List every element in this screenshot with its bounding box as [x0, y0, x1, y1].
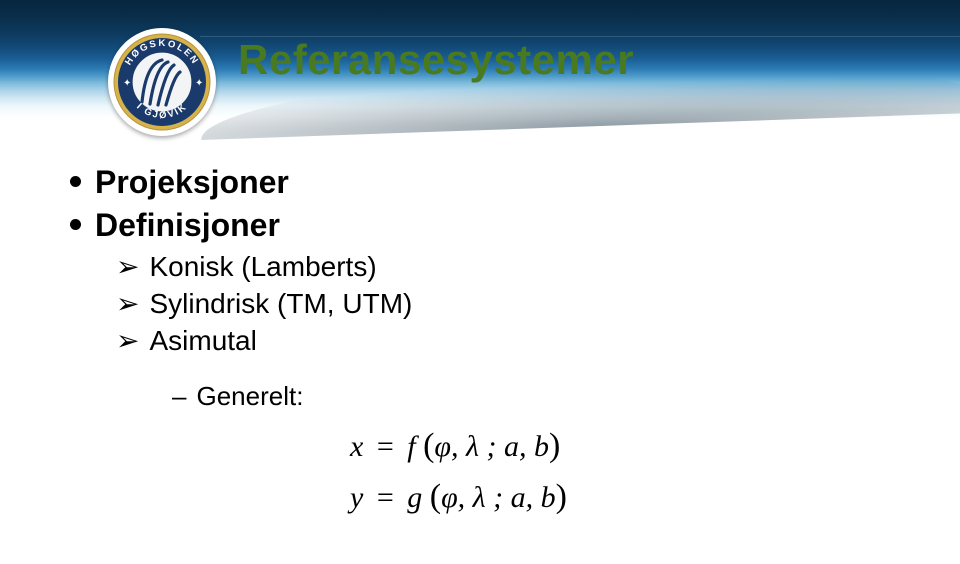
formula-fn: f [407, 430, 415, 463]
bullet-icon [70, 219, 81, 230]
bullet-text: Projeksjoner [95, 164, 289, 200]
logo-svg: HØGSKOLEN I GJØVIK ✦ ✦ [112, 32, 212, 132]
svg-text:✦: ✦ [195, 78, 203, 89]
open-paren-icon: ( [423, 427, 434, 464]
slide-title: Referansesystemer [238, 36, 634, 84]
institution-logo: HØGSKOLEN I GJØVIK ✦ ✦ [108, 28, 216, 136]
subbullet-konisk: ➢ Konisk (Lamberts) [116, 250, 920, 283]
close-paren-icon: ) [556, 478, 567, 515]
slide: HØGSKOLEN I GJØVIK ✦ ✦ Referansesystemer… [0, 0, 960, 564]
bullet-projeksjoner: Projeksjoner [70, 164, 920, 201]
arrow-icon: ➢ [116, 325, 139, 356]
arrow-icon: ➢ [116, 251, 139, 282]
subsubbullet-text: Generelt: [196, 381, 303, 411]
formula-lhs: y [350, 481, 363, 514]
close-paren-icon: ) [549, 427, 560, 464]
formula-block: x = f (φ, λ ; a, b) y = g (φ, λ ; a, b) [350, 420, 920, 522]
bullet-text: Definisjoner [95, 207, 280, 243]
formula-args: φ, λ ; a, b [441, 481, 556, 514]
formula-args: φ, λ ; a, b [434, 430, 549, 463]
open-paren-icon: ( [430, 478, 441, 515]
subbullet-text: Sylindrisk (TM, UTM) [149, 288, 412, 319]
subbullet-asimutal: ➢ Asimutal [116, 324, 920, 357]
subsubbullet-generelt: –Generelt: [172, 381, 920, 412]
formula-line-1: x = f (φ, λ ; a, b) [350, 420, 920, 471]
slide-content: Projeksjoner Definisjoner ➢ Konisk (Lambe… [70, 158, 920, 522]
svg-text:✦: ✦ [123, 78, 131, 89]
bullet-icon [70, 176, 81, 187]
formula-lhs: x [350, 430, 363, 463]
formula-eq: = [371, 481, 400, 514]
subbullet-text: Konisk (Lamberts) [149, 251, 376, 282]
dash-icon: – [172, 381, 186, 411]
subbullet-text: Asimutal [149, 325, 256, 356]
subbullet-sylindrisk: ➢ Sylindrisk (TM, UTM) [116, 287, 920, 320]
arrow-icon: ➢ [116, 288, 139, 319]
formula-eq: = [371, 430, 400, 463]
formula-line-2: y = g (φ, λ ; a, b) [350, 471, 920, 522]
bullet-definisjoner: Definisjoner [70, 207, 920, 244]
formula-fn: g [407, 481, 422, 514]
